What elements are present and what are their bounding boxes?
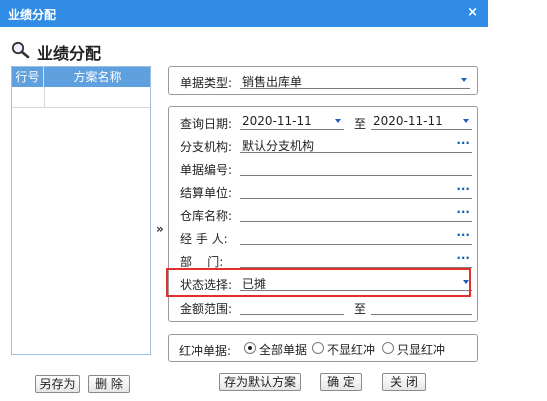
row-number-cell (12, 87, 45, 107)
more-icon[interactable]: ··· (456, 182, 470, 196)
warehouse-field[interactable]: ··· (240, 205, 472, 222)
red-flush-label: 红冲单据: (179, 344, 232, 358)
warehouse-label: 仓库名称: (180, 209, 233, 223)
save-default-button[interactable]: 存为默认方案 (219, 373, 301, 391)
branch-field[interactable]: 默认分支机构 ··· (240, 136, 472, 153)
amount-to-label: 至 (354, 302, 367, 316)
doc-no-input[interactable] (240, 159, 472, 176)
radio-hide-red[interactable]: 不显红冲 (312, 341, 380, 357)
department-field[interactable]: ··· (240, 251, 472, 268)
query-date-label: 查询日期: (180, 117, 233, 131)
more-icon[interactable]: ··· (456, 136, 470, 150)
column-header-scheme-name[interactable]: 方案名称 (45, 67, 150, 87)
status-highlight-frame (166, 268, 471, 297)
radio-label-all: 全部单据 (259, 343, 308, 357)
chevron-down-icon (461, 78, 467, 82)
more-icon[interactable]: ··· (456, 251, 470, 265)
radio-button[interactable] (382, 342, 394, 354)
title-bar: 业绩分配 × (0, 0, 488, 27)
doc-type-value: 销售出库单 (242, 75, 303, 89)
radio-label-only: 只显红冲 (397, 343, 446, 357)
doc-no-label: 单据编号: (180, 163, 233, 177)
branch-value: 默认分支机构 (242, 139, 315, 153)
radio-label-hide: 不显红冲 (327, 343, 376, 357)
date-from-value: 2020-11-11 (242, 114, 312, 128)
doc-type-select[interactable]: 销售出库单 (240, 72, 470, 89)
date-to-value: 2020-11-11 (373, 114, 443, 128)
settlement-label: 结算单位: (180, 186, 233, 200)
collapse-toggle[interactable]: » (156, 222, 164, 236)
more-icon[interactable]: ··· (456, 228, 470, 242)
radio-all-docs[interactable]: 全部单据 (244, 341, 312, 357)
amount-to-input[interactable] (371, 298, 472, 315)
close-button[interactable]: 关 闭 (382, 373, 426, 391)
delete-button[interactable]: 删 除 (88, 375, 130, 393)
scheme-grid: 行号 方案名称 (11, 66, 151, 355)
radio-button[interactable] (312, 342, 324, 354)
column-header-row-no[interactable]: 行号 (12, 67, 44, 87)
amount-label: 金额范围: (180, 302, 233, 316)
ok-button[interactable]: 确 定 (320, 373, 362, 391)
radio-only-red[interactable]: 只显红冲 (382, 341, 452, 357)
save-as-button[interactable]: 另存为 (35, 375, 80, 393)
date-from-picker[interactable]: 2020-11-11 (240, 113, 344, 130)
handler-label: 经 手 人: (180, 232, 228, 246)
window-title: 业绩分配 (8, 8, 57, 22)
page-title: 业绩分配 (37, 44, 102, 63)
chevron-down-icon (463, 119, 469, 123)
radio-button[interactable] (244, 342, 256, 354)
table-row[interactable] (12, 87, 150, 108)
close-icon[interactable]: × (467, 5, 478, 20)
doc-type-box: 单据类型: 销售出库单 (168, 66, 478, 95)
amount-from-input[interactable] (240, 298, 344, 315)
date-to-label: 至 (354, 117, 367, 131)
grid-header: 行号 方案名称 (12, 67, 150, 87)
performance-allocation-dialog: 业绩分配 × 业绩分配 行号 方案名称 » 单据类型: 销售出库单 查询日期: … (0, 0, 488, 401)
settlement-field[interactable]: ··· (240, 182, 472, 199)
more-icon[interactable]: ··· (456, 205, 470, 219)
chevron-down-icon (335, 119, 341, 123)
date-to-picker[interactable]: 2020-11-11 (371, 113, 472, 130)
branch-label: 分支机构: (180, 140, 233, 154)
doc-type-label: 单据类型: (180, 76, 233, 90)
handler-field[interactable]: ··· (240, 228, 472, 245)
magnifier-icon (11, 41, 30, 59)
